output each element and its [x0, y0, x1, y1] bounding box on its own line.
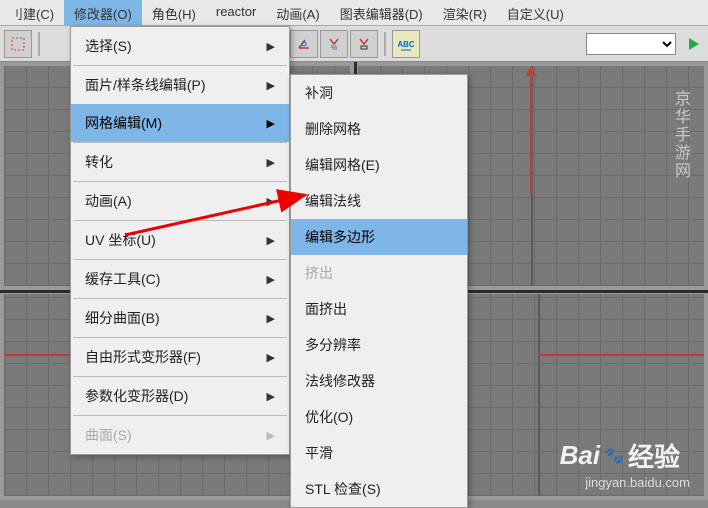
submenu-item[interactable]: 补洞 [291, 75, 467, 111]
submenu-item[interactable]: 多分辨率 [291, 327, 467, 363]
dropdown-item-label: 缓存工具(C) [85, 269, 160, 289]
dropdown-item[interactable]: 参数化变形器(D) ▶ [71, 377, 289, 415]
watermark-brand: Bai🐾经验 [560, 437, 680, 474]
submenu-item[interactable]: 编辑网格(E) [291, 147, 467, 183]
mesh-editing-submenu: 补洞删除网格编辑网格(E) 编辑法线编辑多边形挤出面挤出多分辨率法线修改器优化(O… [290, 74, 468, 508]
menu-graph-editors[interactable]: 图表编辑器(D) [330, 0, 433, 25]
svg-text:ABC: ABC [398, 40, 414, 49]
submenu-item-label: 编辑网格(E) [305, 155, 380, 175]
submenu-item-label: 平滑 [305, 443, 333, 463]
submenu-item-label: 编辑多边形 [305, 227, 375, 247]
dropdown-item-label: 转化 [85, 152, 113, 172]
submenu-arrow-icon: ▶ [267, 429, 275, 442]
toolbar-separator [384, 32, 386, 56]
submenu-arrow-icon: ▶ [267, 234, 275, 247]
submenu-arrow-icon: ▶ [267, 156, 275, 169]
submenu-item-label: 法线修改器 [305, 371, 375, 391]
svg-text:%: % [331, 45, 337, 52]
menu-create[interactable]: 刂建(C) [0, 0, 64, 25]
dropdown-item[interactable]: 动画(A) ▶ [71, 182, 289, 220]
submenu-item-label: 编辑法线 [305, 191, 361, 211]
dropdown-item[interactable]: 自由形式变形器(F) ▶ [71, 338, 289, 376]
dropdown-item-label: 网格编辑(M) [85, 113, 162, 133]
submenu-arrow-icon: ▶ [267, 79, 275, 92]
submenu-item[interactable]: 平滑 [291, 435, 467, 471]
submenu-item-label: 挤出 [305, 263, 333, 283]
submenu-arrow-icon: ▶ [267, 390, 275, 403]
tool-spinner-snap[interactable] [350, 30, 378, 58]
dropdown-item-label: 动画(A) [85, 191, 132, 211]
dropdown-item-label: UV 坐标(U) [85, 230, 156, 250]
dropdown-item[interactable]: 缓存工具(C) ▶ [71, 260, 289, 298]
tool-play-icon[interactable] [684, 30, 704, 58]
menu-reactor[interactable]: reactor [206, 0, 266, 25]
menu-customize[interactable]: 自定义(U) [497, 0, 574, 25]
submenu-arrow-icon: ▶ [267, 351, 275, 364]
submenu-arrow-icon: ▶ [267, 40, 275, 53]
dropdown-item[interactable]: 转化 ▶ [71, 143, 289, 181]
menu-modifiers[interactable]: 修改器(O) [64, 0, 142, 25]
dropdown-item-label: 面片/样条线编辑(P) [85, 75, 206, 95]
dropdown-item[interactable]: UV 坐标(U) ▶ [71, 221, 289, 259]
toolbar-separator [38, 32, 40, 56]
dropdown-item-label: 细分曲面(B) [85, 308, 160, 328]
submenu-item-label: 面挤出 [305, 299, 347, 319]
submenu-item[interactable]: STL 检查(S) [291, 471, 467, 507]
submenu-item-label: 多分辨率 [305, 335, 361, 355]
named-selection-dropdown[interactable] [586, 33, 676, 55]
submenu-arrow-icon: ▶ [267, 117, 275, 130]
paw-icon: 🐾 [604, 446, 624, 466]
dropdown-item-label: 曲面(S) [85, 425, 132, 445]
menu-rendering[interactable]: 渲染(R) [433, 0, 497, 25]
dropdown-item[interactable]: 选择(S) ▶ [71, 27, 289, 65]
submenu-item-label: STL 检查(S) [305, 479, 381, 499]
watermark-side: 京华手游网 [668, 90, 692, 180]
submenu-arrow-icon: ▶ [267, 195, 275, 208]
submenu-item-label: 优化(O) [305, 407, 353, 427]
dropdown-item[interactable]: 网格编辑(M) ▶ [71, 104, 289, 142]
submenu-arrow-icon: ▶ [267, 273, 275, 286]
tool-selection-region[interactable] [4, 30, 32, 58]
watermark-url: jingyan.baidu.com [585, 475, 690, 490]
submenu-item[interactable]: 编辑法线 [291, 183, 467, 219]
dropdown-item[interactable]: 面片/样条线编辑(P) ▶ [71, 66, 289, 104]
submenu-item[interactable]: 优化(O) [291, 399, 467, 435]
tool-percent-snap[interactable]: % [320, 30, 348, 58]
submenu-item[interactable]: 法线修改器 [291, 363, 467, 399]
menu-character[interactable]: 角色(H) [142, 0, 206, 25]
submenu-item-label: 补洞 [305, 83, 333, 103]
tool-angle-snap[interactable] [290, 30, 318, 58]
submenu-item[interactable]: 面挤出 [291, 291, 467, 327]
dropdown-item[interactable]: 细分曲面(B) ▶ [71, 299, 289, 337]
tool-named-selection[interactable]: ABC [392, 30, 420, 58]
dropdown-item: 曲面(S) ▶ [71, 416, 289, 454]
submenu-arrow-icon: ▶ [267, 312, 275, 325]
modifiers-dropdown: 选择(S)▶面片/样条线编辑(P)▶网格编辑(M)▶转化▶动画(A)▶UV 坐标… [70, 26, 290, 455]
menu-animation[interactable]: 动画(A) [266, 0, 329, 25]
submenu-item[interactable]: 编辑多边形 [291, 219, 467, 255]
dropdown-item-label: 自由形式变形器(F) [85, 347, 201, 367]
dropdown-item-label: 选择(S) [85, 36, 132, 56]
dropdown-item-label: 参数化变形器(D) [85, 386, 188, 406]
submenu-item-label: 删除网格 [305, 119, 361, 139]
submenu-item: 挤出 [291, 255, 467, 291]
menubar: 刂建(C) 修改器(O) 角色(H) reactor 动画(A) 图表编辑器(D… [0, 0, 708, 26]
submenu-item[interactable]: 删除网格 [291, 111, 467, 147]
